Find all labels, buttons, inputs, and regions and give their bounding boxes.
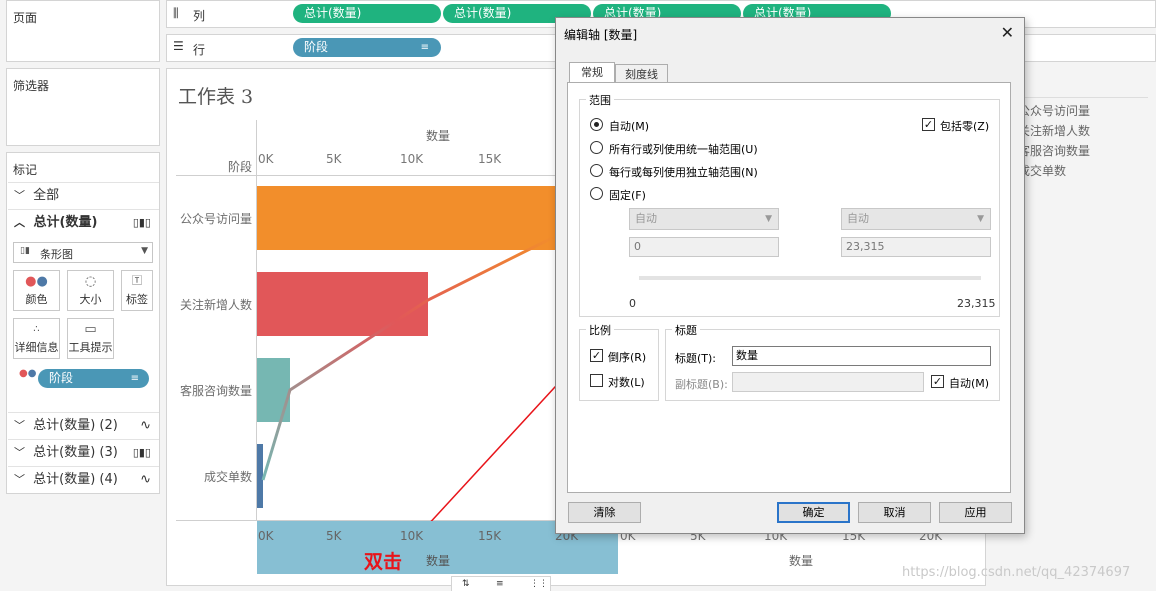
- dropdown-arrow-icon: ▼: [977, 214, 984, 224]
- slider-max-label: 23,315: [957, 297, 996, 310]
- range-fixed-radio[interactable]: [590, 187, 603, 200]
- scale-group-title: 比例: [586, 322, 614, 338]
- bottom-tick-l3: 15K: [478, 529, 502, 543]
- subtitle-auto-checkbox[interactable]: ✓: [931, 375, 944, 388]
- range-independent-label[interactable]: 每行或每列使用独立轴范围(N): [609, 164, 758, 180]
- annotation-arrow: [413, 361, 579, 541]
- log-label[interactable]: 对数(L): [608, 374, 645, 390]
- ok-button[interactable]: 确定: [777, 502, 850, 523]
- bottom-axis-title-right: 数量: [789, 554, 814, 568]
- tab-ticks-label: 刻度线: [625, 68, 658, 81]
- range-independent-radio[interactable]: [590, 164, 603, 177]
- reversed-label[interactable]: 倒序(R): [608, 349, 646, 365]
- legend-panel: 公众号访问量 关注新增人数 客服咨询数量 成交单数: [1015, 75, 1148, 185]
- fixed-start-dropdown-value: 自动: [635, 212, 657, 225]
- tab-general-label: 常规: [581, 66, 603, 79]
- legend-item-1[interactable]: 公众号访问量: [1018, 102, 1090, 119]
- range-group: 范围 自动(M) 所有行或列使用统一轴范围(U) 每行或每列使用独立轴范围(N)…: [579, 92, 1000, 317]
- bottom-tick-l1: 5K: [326, 529, 342, 543]
- dialog-title: 编辑轴 [数量]: [564, 28, 638, 42]
- legend-item-2[interactable]: 关注新增人数: [1018, 122, 1090, 139]
- range-uniform-label[interactable]: 所有行或列使用统一轴范围(U): [609, 141, 758, 157]
- range-auto-radio[interactable]: [590, 118, 603, 131]
- legend-item-4[interactable]: 成交单数: [1018, 162, 1066, 179]
- tab-ticks[interactable]: 刻度线: [615, 64, 668, 83]
- title-group-title: 标题: [672, 322, 700, 338]
- general-tab-panel: 范围 自动(M) 所有行或列使用统一轴范围(U) 每行或每列使用独立轴范围(N)…: [567, 82, 1011, 493]
- subtitle-input[interactable]: [732, 372, 924, 392]
- bottom-axis-title-left: 数量: [426, 554, 451, 568]
- subtitle-auto-label[interactable]: 自动(M): [949, 375, 989, 391]
- fixed-start-dropdown[interactable]: 自动 ▼: [629, 208, 779, 230]
- include-zero-checkbox[interactable]: ✓: [922, 118, 935, 131]
- slider-min-label: 0: [629, 297, 636, 310]
- sort-icon[interactable]: ≡: [496, 579, 504, 589]
- legend-item-3[interactable]: 客服咨询数量: [1018, 142, 1090, 159]
- range-group-title: 范围: [586, 92, 614, 108]
- watermark: https://blog.csdn.net/qq_42374697: [902, 565, 1131, 580]
- range-fixed-label[interactable]: 固定(F): [609, 187, 646, 203]
- edit-axis-dialog: 编辑轴 [数量] ✕ 常规 刻度线 范围 自动(M) 所有行或列使用统一轴范围(…: [555, 17, 1025, 534]
- bottom-toolbar: ⇅ ≡ ⋮⋮: [451, 576, 551, 591]
- title-field-label: 标题(T):: [675, 352, 717, 365]
- menu-icon[interactable]: ⋮⋮: [530, 579, 548, 589]
- dropdown-arrow-icon: ▼: [765, 214, 772, 224]
- include-zero-label[interactable]: 包括零(Z): [940, 118, 989, 134]
- cancel-button[interactable]: 取消: [858, 502, 931, 523]
- close-icon[interactable]: ✕: [1001, 23, 1014, 42]
- title-input[interactable]: 数量: [732, 346, 991, 366]
- tab-general[interactable]: 常规: [569, 62, 615, 83]
- reversed-checkbox[interactable]: ✓: [590, 349, 603, 362]
- fixed-end-dropdown-value: 自动: [847, 212, 869, 225]
- range-uniform-radio[interactable]: [590, 141, 603, 154]
- bottom-tick-l2: 10K: [400, 529, 424, 543]
- range-auto-label[interactable]: 自动(M): [609, 118, 649, 134]
- fixed-end-dropdown[interactable]: 自动 ▼: [841, 208, 991, 230]
- bottom-tick-l0: 0K: [258, 529, 274, 543]
- double-click-annotation: 双击: [364, 551, 403, 573]
- legend-header: [1015, 97, 1148, 98]
- title-group: 标题 标题(T): 数量 副标题(B): ✓ 自动(M): [665, 322, 1000, 401]
- connector-line: [261, 234, 557, 481]
- scale-group: 比例 ✓ 倒序(R) 对数(L): [579, 322, 659, 401]
- fixed-start-input[interactable]: 0: [629, 237, 779, 257]
- log-checkbox[interactable]: [590, 374, 603, 387]
- clear-button[interactable]: 清除: [568, 502, 641, 523]
- swap-icon[interactable]: ⇅: [462, 579, 470, 589]
- fixed-end-input[interactable]: 23,315: [841, 237, 991, 257]
- apply-button[interactable]: 应用: [939, 502, 1012, 523]
- subtitle-field-label: 副标题(B):: [675, 378, 728, 391]
- range-slider-track[interactable]: [639, 276, 981, 280]
